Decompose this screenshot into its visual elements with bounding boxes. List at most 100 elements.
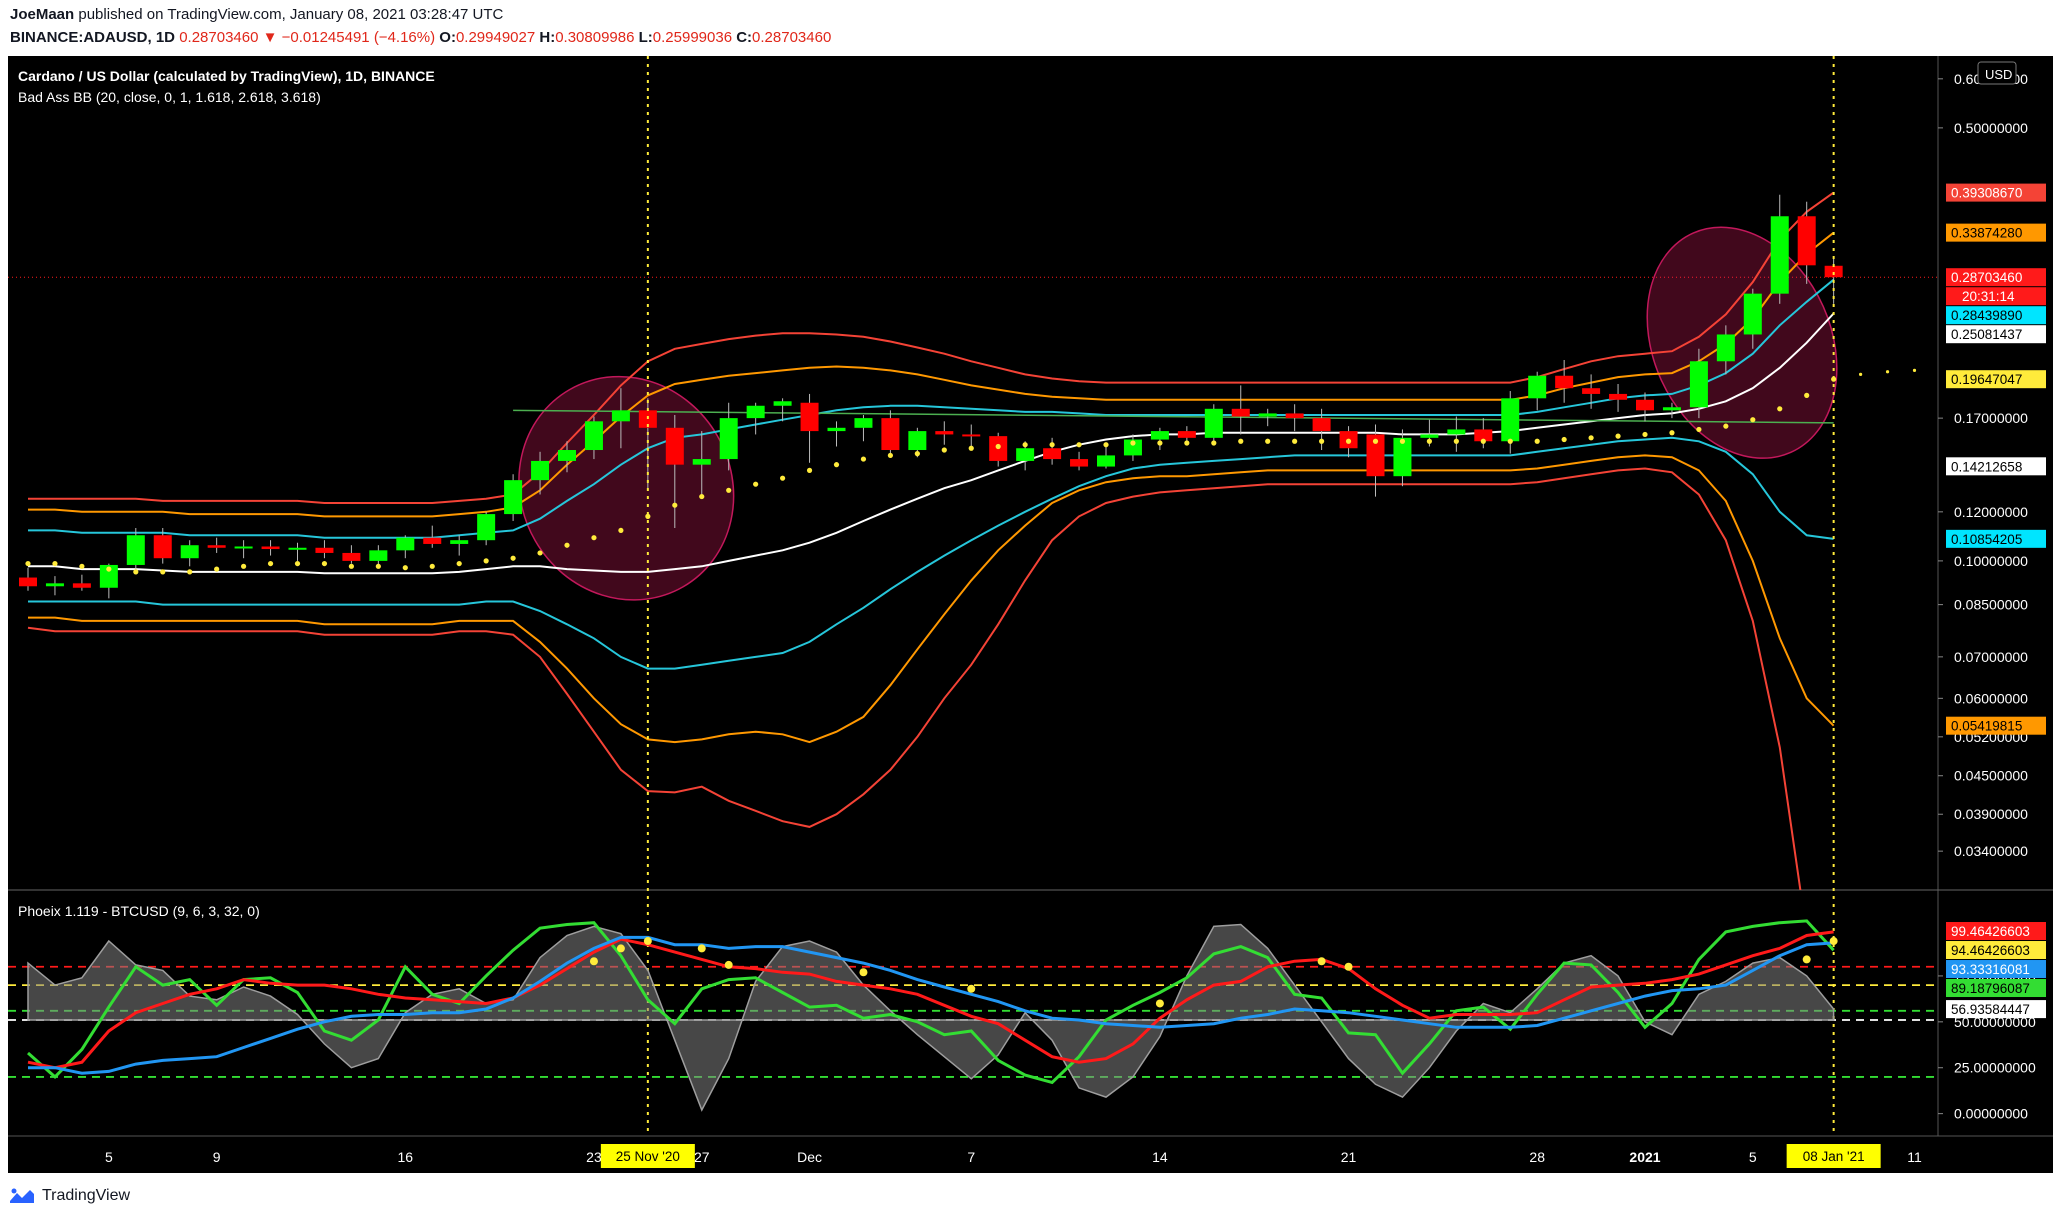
chart-area[interactable]: Cardano / US Dollar (calculated by Tradi…: [8, 56, 2053, 1173]
sar-dot: [995, 443, 1001, 450]
sar-dot: [860, 456, 867, 462]
high-value: 0.30809986: [555, 29, 635, 46]
osc-price-tag-label: 93.33316081: [1951, 962, 2030, 977]
sar-dot: [1319, 438, 1325, 444]
sar-dot: [1669, 430, 1675, 436]
candle-body: [1097, 455, 1115, 467]
candle-body: [1177, 431, 1196, 438]
candle-body: [1501, 398, 1520, 442]
x-tick-label: 11: [1907, 1149, 1922, 1165]
candle-body: [1420, 434, 1439, 438]
band-mid-lower: [28, 454, 1835, 744]
candle-body: [665, 427, 684, 465]
candle-body: [1636, 399, 1654, 411]
candle-body: [477, 514, 496, 541]
x-tick-label: Dec: [797, 1149, 822, 1165]
x-tick-label: 5: [1749, 1149, 1757, 1165]
candle-body: [908, 431, 927, 451]
phoeix-dot: [1802, 955, 1811, 964]
sar-dot: [833, 462, 840, 468]
low-value: 0.25999036: [652, 29, 733, 46]
sar-dot: [806, 467, 813, 473]
candle-body: [800, 402, 819, 432]
sar-dot: [1804, 392, 1810, 398]
candle-body: [962, 434, 981, 437]
sar-dot: [348, 563, 354, 569]
price-tag-label: 0.39308670: [1951, 186, 2022, 201]
sar-dot: [914, 451, 920, 457]
publisher-name[interactable]: JoeMaan: [10, 6, 74, 23]
sar-dot: [510, 555, 516, 561]
phoeix-dot: [859, 968, 868, 977]
sar-dot: [1859, 372, 1863, 377]
y-tick-label: 0.10000000: [1954, 553, 2028, 569]
sar-dot: [1480, 438, 1486, 444]
band-outer-upper: [28, 191, 1835, 504]
sar-dot: [25, 560, 31, 567]
band-basis: [28, 312, 1835, 575]
candle-body: [1716, 334, 1735, 362]
sar-dot: [537, 550, 543, 556]
price-change: −0.01245491 (−4.16%): [281, 29, 436, 46]
phoeix-dot: [724, 960, 733, 969]
phoeix-dot: [1344, 962, 1353, 971]
price-tag-label: 0.05419815: [1951, 719, 2022, 734]
candle-body: [72, 583, 91, 588]
osc-y-tick-label: 25.00000000: [1954, 1060, 2036, 1076]
phoeix-dot: [1155, 999, 1164, 1008]
sar-dot: [456, 560, 462, 567]
open-label: O:: [439, 29, 456, 46]
publish-header: JoeMaan published on TradingView.com, Ja…: [0, 0, 2060, 56]
sar-dot: [1696, 426, 1702, 433]
sar-dot: [52, 560, 58, 567]
candle-body: [1662, 407, 1681, 411]
candle-body: [935, 431, 954, 435]
sar-dot: [1130, 440, 1136, 446]
candle-body: [1689, 361, 1708, 408]
sar-dot: [1238, 438, 1244, 444]
x-tick-label: 7: [967, 1149, 975, 1165]
candle-body: [207, 545, 226, 548]
candle-body: [450, 540, 469, 544]
candle-body: [153, 535, 172, 559]
sar-dot: [483, 558, 489, 564]
y-tick-label: 0.03900000: [1954, 806, 2028, 822]
chart-svg[interactable]: Cardano / US Dollar (calculated by Tradi…: [8, 56, 2053, 1173]
osc-y-tick-label: 0.00000000: [1954, 1106, 2028, 1122]
x-tick-label: 5: [105, 1149, 113, 1165]
sar-dot: [1940, 369, 1943, 372]
osc-price-tag-label: 89.18796087: [1951, 981, 2030, 996]
candle-body: [719, 418, 738, 460]
candle-body: [1043, 448, 1062, 460]
x-tick-label: 27: [694, 1149, 710, 1165]
sar-dot: [941, 447, 947, 453]
phoeix-dot: [643, 937, 652, 946]
tradingview-logo[interactable]: TradingView: [8, 1187, 130, 1205]
sar-dot: [1157, 440, 1163, 446]
candle-body: [234, 546, 253, 549]
candle-body: [1555, 375, 1574, 389]
sar-dot: [1453, 438, 1459, 444]
indicator-label: Bad Ass BB (20, close, 0, 1, 1.618, 2.61…: [18, 89, 321, 105]
close-label: C:: [736, 29, 753, 46]
sar-dot: [1292, 438, 1298, 444]
candle-body: [881, 418, 900, 451]
symbol-interval: BINANCE:ADAUSD, 1D: [10, 29, 176, 46]
candle-body: [746, 405, 765, 419]
sar-dot: [780, 475, 786, 481]
candle-body: [1231, 408, 1250, 417]
candle-body: [531, 460, 550, 481]
y-tick-label: 0.12000000: [1954, 504, 2028, 520]
phoeix-dot: [967, 984, 976, 993]
candle-body: [342, 552, 361, 561]
candle-body: [261, 546, 280, 550]
sar-dot: [1022, 442, 1028, 448]
sar-dot: [887, 452, 894, 459]
sar-dot: [79, 563, 85, 569]
brand-name: TradingView: [42, 1187, 131, 1204]
sar-dot: [1372, 438, 1379, 444]
sar-dot: [726, 487, 732, 493]
candle-body: [1016, 448, 1035, 461]
close-value: 0.28703460: [752, 29, 832, 46]
sar-dot: [564, 542, 570, 548]
